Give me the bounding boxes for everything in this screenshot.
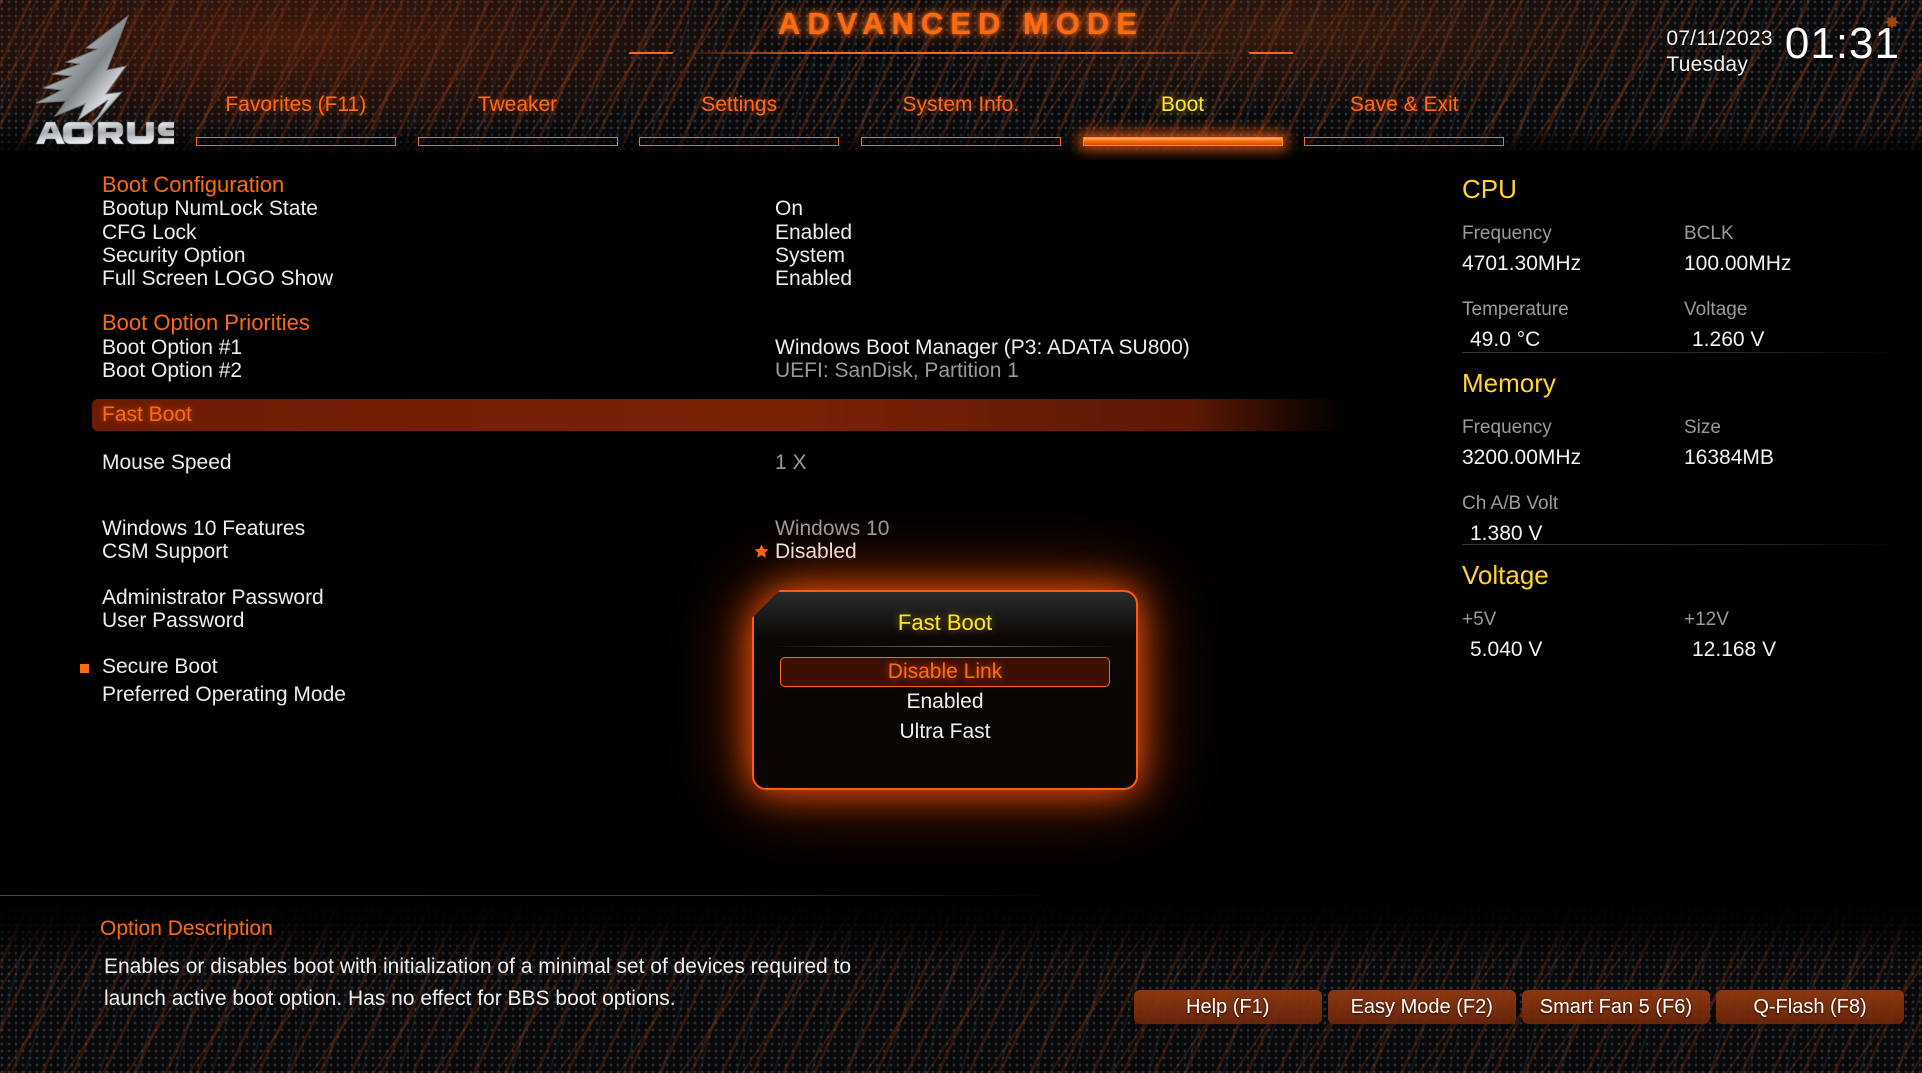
row-value[interactable]: 1 X (775, 451, 807, 475)
info-section-title: CPU (1462, 174, 1517, 204)
option-description-text: Enables or disables boot with initializa… (104, 951, 984, 1015)
tab-underline (1082, 137, 1283, 146)
cpu-frequency-value: 4701.30MHz (1462, 252, 1582, 275)
header-bar: ADVANCED MODE Favorites (F11) Tweaker Se… (0, 0, 1922, 160)
favorite-star-icon[interactable] (753, 543, 770, 560)
tab-underline (860, 137, 1061, 146)
tab-underline (417, 137, 618, 146)
option-description-line-1: Enables or disables boot with initializa… (104, 955, 852, 978)
q-flash-button[interactable]: Q-Flash (F8) (1716, 990, 1904, 1024)
memory-frequency-value: 3200.00MHz (1462, 446, 1582, 469)
gear-icon[interactable] (1884, 14, 1900, 30)
info-section-voltage: Voltage +5V 5.040 V +12V 12.168 V (1462, 560, 1922, 665)
tab-label: System Info. (902, 93, 1020, 116)
help-button[interactable]: Help (F1) (1133, 990, 1322, 1024)
tab-system-info[interactable]: System Info. (850, 90, 1072, 150)
info-section-title: Voltage (1462, 560, 1549, 590)
submenu-bullet-icon (80, 664, 89, 673)
tab-underline (1304, 137, 1505, 146)
info-divider (1462, 352, 1898, 353)
time-value: 01:31 (1784, 19, 1900, 68)
voltage-12v-value: 12.168 V (1692, 638, 1777, 661)
option-description-title: Option Description (100, 917, 273, 940)
weekday-value: Tuesday (1666, 53, 1749, 76)
tab-favorites[interactable]: Favorites (F11) (185, 90, 407, 150)
tab-underline (195, 137, 396, 146)
cpu-bclk-label: BCLK (1684, 223, 1734, 244)
row-label: Secure Boot (102, 655, 218, 678)
row-label: CSM Support (102, 540, 229, 563)
datetime-display: 07/11/2023 Tuesday 01:31 (1666, 18, 1900, 78)
voltage-5v-value: 5.040 V (1470, 638, 1543, 661)
memory-size-label: Size (1684, 417, 1721, 438)
row-label: Preferred Operating Mode (102, 683, 346, 706)
cpu-bclk-value: 100.00MHz (1684, 252, 1792, 275)
dialog-option-ultra-fast[interactable]: Ultra Fast (780, 717, 1110, 747)
tab-boot[interactable]: Boot (1072, 90, 1294, 150)
row-label: Mouse Speed (102, 451, 232, 474)
memory-chab-volt-label: Ch A/B Volt (1462, 493, 1559, 514)
cpu-voltage-label: Voltage (1684, 299, 1748, 320)
tab-label: Save & Exit (1349, 93, 1459, 116)
tab-label: Settings (701, 93, 778, 116)
footer-divider (0, 895, 1060, 896)
bios-advanced-mode-screen: ADVANCED MODE Favorites (F11) Tweaker Se… (0, 0, 1922, 1073)
function-key-buttons: Help (F1) Easy Mode (F2) Smart Fan 5 (F6… (1133, 990, 1904, 1024)
info-section-cpu: CPU Frequency 4701.30MHz BCLK 100.00MHz … (1462, 174, 1922, 355)
date-value: 07/11/2023 (1666, 27, 1773, 50)
settings-list: Boot Configuration Bootup NumLock State … (0, 160, 1460, 895)
tab-tweaker[interactable]: Tweaker (407, 90, 629, 150)
hardware-info-panel: CPU Frequency 4701.30MHz BCLK 100.00MHz … (1462, 160, 1922, 895)
page-title: ADVANCED MODE (778, 6, 1144, 41)
row-label: Full Screen LOGO Show (102, 267, 334, 290)
aorus-logo (22, 4, 174, 154)
voltage-5v-label: +5V (1462, 609, 1497, 630)
cpu-frequency-label: Frequency (1462, 223, 1552, 244)
cpu-voltage-value: 1.260 V (1692, 328, 1765, 351)
info-section-memory: Memory Frequency 3200.00MHz Size 16384MB… (1462, 368, 1922, 549)
option-description-line-2: launch active boot option. Has no effect… (104, 987, 676, 1010)
dialog-option-disable-link[interactable]: Disable Link (780, 657, 1110, 687)
info-divider (1462, 544, 1898, 545)
dialog-option-enabled[interactable]: Enabled (780, 687, 1110, 717)
row-csm-support[interactable]: CSM Support Disabled (0, 537, 1270, 567)
cpu-temperature-value: 49.0 °C (1470, 328, 1541, 351)
tab-label: Tweaker (477, 93, 558, 116)
tab-label: Favorites (F11) (225, 93, 367, 116)
row-label: User Password (102, 609, 245, 632)
tab-underline (639, 137, 840, 146)
cpu-temperature-label: Temperature (1462, 299, 1569, 320)
row-mouse-speed[interactable]: Mouse Speed 1 X (0, 448, 1270, 478)
voltage-12v-label: +12V (1684, 609, 1729, 630)
info-section-title: Memory (1462, 368, 1556, 398)
tab-settings[interactable]: Settings (628, 90, 850, 150)
row-value[interactable]: Disabled (775, 540, 857, 564)
tab-label: Boot (1160, 93, 1205, 116)
smart-fan-button[interactable]: Smart Fan 5 (F6) (1521, 990, 1710, 1024)
dialog-title: Fast Boot (897, 610, 993, 635)
row-boot-option-2[interactable]: Boot Option #2 UEFI: SanDisk, Partition … (0, 356, 1270, 386)
row-label: Boot Option #2 (102, 359, 243, 382)
main-content: Boot Configuration Bootup NumLock State … (0, 160, 1922, 895)
fast-boot-dropdown-dialog[interactable]: Fast Boot Disable Link Enabled Ultra Fas… (752, 590, 1138, 790)
footer-bar: Option Description Enables or disables b… (0, 895, 1922, 1073)
title-decoration (681, 52, 1241, 54)
memory-frequency-label: Frequency (1462, 417, 1552, 438)
main-nav: Favorites (F11) Tweaker Settings System … (185, 90, 1515, 150)
row-value[interactable]: Enabled (775, 267, 852, 291)
easy-mode-button[interactable]: Easy Mode (F2) (1327, 990, 1516, 1024)
row-fast-boot[interactable]: Fast Boot (92, 399, 1342, 431)
row-label: Fast Boot (102, 403, 192, 426)
dialog-option-list: Disable Link Enabled Ultra Fast (754, 647, 1136, 747)
memory-size-value: 16384MB (1684, 446, 1774, 469)
row-full-screen-logo-show[interactable]: Full Screen LOGO Show Enabled (0, 264, 1270, 294)
row-value[interactable]: UEFI: SanDisk, Partition 1 (775, 359, 1019, 383)
tab-save-exit[interactable]: Save & Exit (1293, 90, 1515, 150)
